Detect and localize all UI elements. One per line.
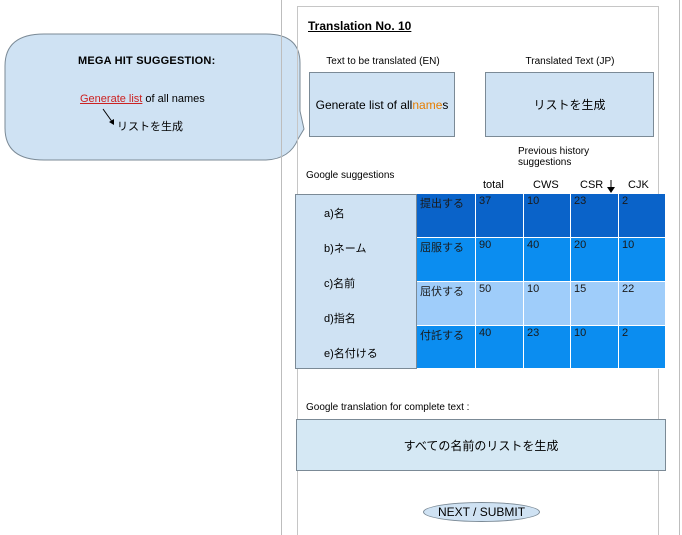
bubble-translation: リストを生成 — [117, 121, 183, 133]
history-value-cell: 10 — [524, 194, 571, 238]
history-value-cell: 20 — [571, 238, 619, 282]
history-term-cell[interactable]: 屈伏する — [417, 282, 476, 326]
history-value-cell: 50 — [476, 282, 524, 326]
target-label: Translated Text (JP) — [525, 56, 615, 67]
history-value-cell: 90 — [476, 238, 524, 282]
history-value-cell: 10 — [524, 282, 571, 326]
history-label: Previous history suggestions — [518, 146, 589, 168]
page-title: Translation No. 10 — [308, 19, 412, 33]
suggestion-item[interactable]: d)指名 — [324, 310, 356, 326]
history-value-cell: 37 — [476, 194, 524, 238]
generate-list-link[interactable]: Generate list — [80, 93, 142, 105]
sort-arrow-icon[interactable] — [607, 180, 615, 193]
history-value-cell: 2 — [619, 326, 666, 369]
history-value-cell: 10 — [571, 326, 619, 369]
google-translation-box: すべての名前のリストを生成 — [296, 419, 666, 471]
source-text-box: Generate list of all name s — [309, 72, 455, 137]
history-label-line2: suggestions — [518, 157, 572, 168]
suggestions-box — [295, 194, 417, 369]
header-cjk: CJK — [628, 179, 649, 191]
header-cws: CWS — [533, 179, 559, 191]
next-submit-button[interactable]: NEXT / SUBMIT — [423, 502, 540, 522]
suggestion-item[interactable]: c)名前 — [324, 275, 355, 291]
header-total: total — [483, 179, 504, 191]
target-text-box[interactable]: リストを生成 — [485, 72, 654, 137]
history-term-cell[interactable]: 付託する — [417, 326, 476, 369]
suggestion-item[interactable]: b)ネーム — [324, 240, 366, 256]
header-csr: CSR — [580, 179, 604, 191]
history-value-cell: 23 — [524, 326, 571, 369]
source-text: Generate list of all — [315, 97, 413, 112]
history-value-cell: 2 — [619, 194, 666, 238]
google-translation-text: すべての名前のリストを生成 — [403, 438, 559, 453]
google-translation-label: Google translation for complete text : — [306, 402, 470, 413]
history-term-cell[interactable]: 提出する — [417, 194, 476, 238]
mega-hit-heading: MEGA HIT SUGGESTION: — [78, 55, 216, 67]
source-text-highlight[interactable]: name — [412, 98, 442, 112]
history-label-line1: Previous history — [518, 146, 590, 157]
suggestion-line: Generate list of all names — [80, 93, 205, 105]
target-text: リストを生成 — [533, 98, 606, 112]
suggestion-item[interactable]: e)名付ける — [324, 345, 378, 361]
history-value-cell: 15 — [571, 282, 619, 326]
suggestion-item[interactable]: a)名 — [324, 205, 345, 221]
link-rest-text: of all names — [142, 93, 205, 105]
source-text-end: s — [442, 97, 449, 112]
history-value-cell: 40 — [476, 326, 524, 369]
google-suggestions-label: Google suggestions — [306, 170, 395, 181]
history-value-cell: 23 — [571, 194, 619, 238]
history-value-cell: 10 — [619, 238, 666, 282]
history-value-cell: 40 — [524, 238, 571, 282]
history-term-cell[interactable]: 屈服する — [417, 238, 476, 282]
source-label: Text to be translated (EN) — [326, 56, 440, 67]
arrow-icon — [102, 108, 114, 125]
history-value-cell: 22 — [619, 282, 666, 326]
history-table: 提出する 37 10 23 2 屈服する 90 40 20 10 屈伏する 50 10 15 22 付託する 4… — [417, 194, 666, 369]
